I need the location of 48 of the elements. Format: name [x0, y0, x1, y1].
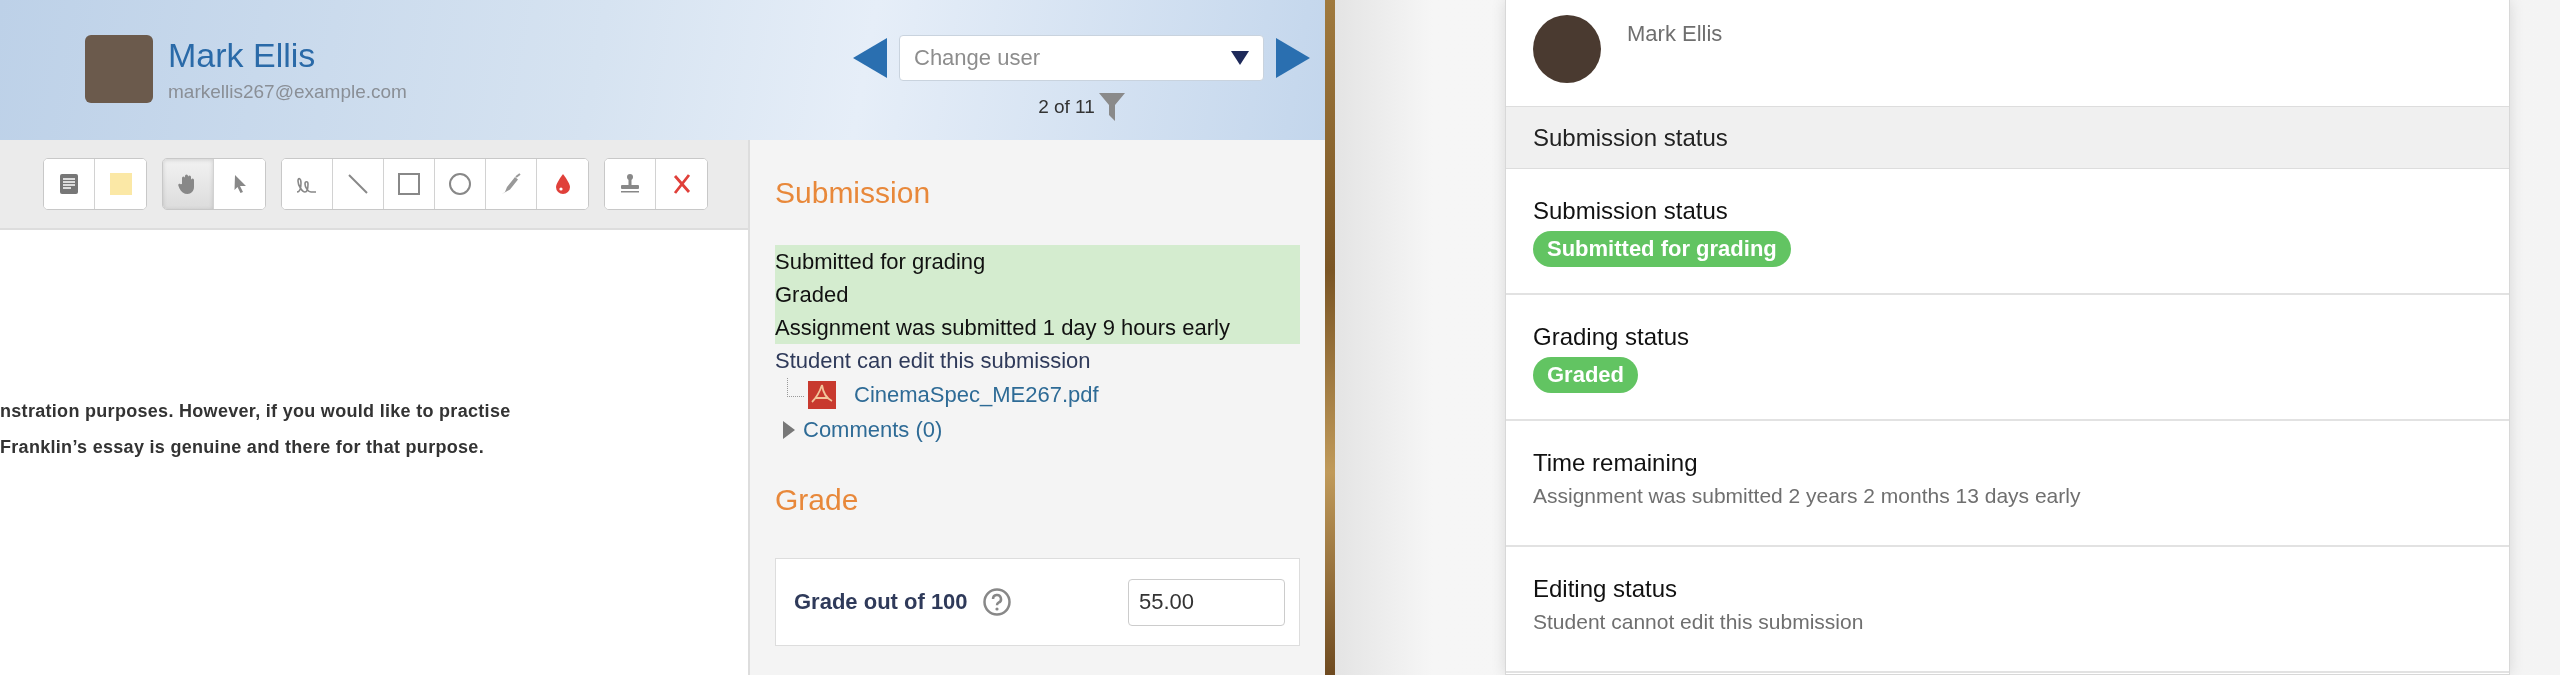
field-label: Editing status — [1533, 574, 1678, 604]
field-label: Submission status — [1533, 196, 1728, 226]
status-text: Submitted for grading — [775, 248, 987, 276]
user-name: Mark Ellis — [1627, 21, 1723, 47]
user-name: Mark Ellis — [168, 35, 317, 75]
document-text: Franklin’s essay is genuine and there for that purpose. — [0, 436, 485, 459]
square-icon — [397, 172, 421, 196]
grade-input[interactable]: 55.00 — [1128, 578, 1285, 626]
status-badge: Submitted for grading — [1533, 231, 1791, 267]
edit-note: Student can edit this submission — [775, 347, 1092, 375]
document-text: nstration purposes. However, if you would like to practise — [0, 400, 512, 423]
status-badge: Graded — [1533, 357, 1639, 393]
field-label: Time remaining — [1533, 448, 1698, 478]
user-email: markellis267@example.com — [168, 81, 407, 103]
grade-label: Grade out of 100 — [794, 589, 968, 615]
position-count: 2 of 11 — [1038, 96, 1095, 118]
pdf-file-icon — [808, 380, 836, 409]
line-icon — [346, 172, 370, 196]
status-text: Graded — [775, 281, 850, 309]
stamp-icon — [618, 172, 642, 196]
comments-toggle[interactable]: Comments (0) — [775, 412, 949, 447]
tree-connector — [787, 378, 804, 397]
filter-button[interactable] — [1098, 93, 1125, 121]
tool-button[interactable] — [44, 159, 95, 209]
section-heading: Grade — [775, 482, 860, 518]
file-link[interactable]: CinemaSpec_ME267.pdf — [854, 381, 1099, 408]
right-triangle-icon — [1276, 38, 1310, 78]
tool-button[interactable] — [605, 159, 656, 209]
field-value: Student cannot edit this submission — [1533, 610, 1864, 634]
next-user-button[interactable] — [1276, 38, 1310, 78]
help-icon — [981, 587, 1012, 617]
tool-button[interactable] — [282, 159, 333, 209]
field-value: Assignment was submitted 2 years 2 months 13 days early — [1533, 484, 2081, 508]
field-label: Grading status — [1533, 322, 1690, 352]
section-heading: Submission — [775, 175, 932, 211]
tool-button[interactable] — [163, 159, 214, 209]
change-user-select[interactable]: Change user — [899, 35, 1264, 81]
caret-icon — [1231, 51, 1249, 65]
triangle-icon — [783, 420, 795, 439]
circle-icon — [448, 172, 472, 196]
previous-user-button[interactable] — [853, 38, 887, 78]
status-text: Assignment was submitted 1 day 9 hours early — [775, 314, 1231, 342]
avatar — [85, 35, 153, 103]
swatch-icon — [108, 172, 133, 196]
left-triangle-icon — [853, 38, 887, 78]
note-icon — [57, 172, 81, 196]
filter-icon — [1098, 93, 1125, 121]
section-header: Submission status — [1506, 107, 2509, 169]
